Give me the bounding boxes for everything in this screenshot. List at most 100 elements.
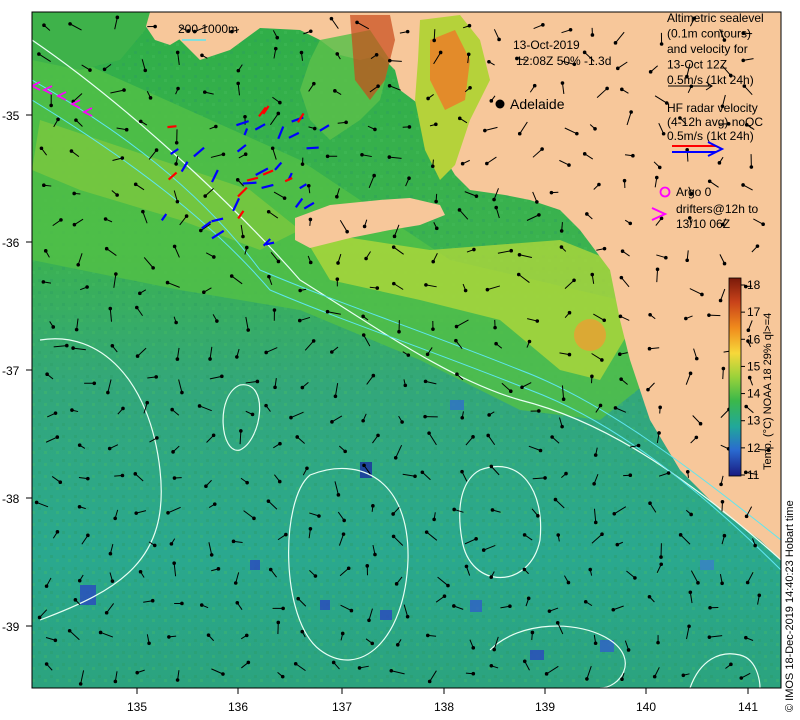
velocity-arrow-head: [540, 147, 544, 151]
velocity-arrow-head: [120, 473, 125, 478]
velocity-arrow-head: [175, 199, 180, 204]
velocity-arrow-head: [741, 58, 746, 63]
velocity-arrow-head: [343, 449, 347, 454]
velocity-arrow-head: [278, 441, 282, 446]
velocity-arrow-head: [312, 126, 317, 131]
velocity-arrow-head: [276, 620, 281, 625]
velocity-arrow-head: [471, 435, 475, 439]
velocity-arrow-head: [169, 542, 174, 546]
velocity-arrow-head: [757, 593, 762, 598]
velocity-arrow-head: [694, 435, 699, 440]
velocity-arrow-head: [485, 287, 490, 292]
velocity-arrow-head: [405, 614, 410, 619]
velocity-arrow-head: [522, 659, 527, 664]
x-tick-label: 137: [332, 700, 352, 714]
legend-hf-line: 0.5m/s (1kt 24h): [667, 129, 754, 143]
colorbar-tick-label: 18: [747, 278, 761, 292]
velocity-arrow-head: [720, 581, 724, 586]
velocity-arrow-head: [530, 630, 535, 635]
velocity-arrow-head: [357, 666, 362, 670]
velocity-arrow-head: [387, 83, 392, 88]
velocity-arrow-head: [520, 385, 524, 390]
velocity-arrow-head: [526, 596, 531, 601]
velocity-arrow-head: [364, 256, 368, 261]
velocity-arrow-head: [376, 84, 380, 88]
velocity-arrow-head: [245, 480, 249, 485]
velocity-arrow-head: [516, 272, 521, 277]
velocity-arrow-head: [620, 249, 625, 254]
velocity-arrow-head: [547, 609, 552, 613]
velocity-arrow-head: [370, 641, 375, 646]
velocity-arrow-head: [104, 610, 109, 615]
velocity-arrow-head: [300, 629, 305, 634]
velocity-arrow-head: [239, 429, 243, 433]
velocity-arrow-head: [647, 594, 652, 599]
velocity-arrow-head: [55, 530, 60, 534]
velocity-arrow-head: [199, 603, 204, 607]
velocity-arrow-head: [335, 194, 339, 199]
velocity-arrow-head: [532, 83, 537, 88]
velocity-arrow-head: [648, 70, 653, 74]
velocity-arrow-head: [602, 318, 607, 323]
x-tick-label: 141: [738, 700, 758, 714]
velocity-arrow-head: [517, 252, 522, 257]
velocity-arrow-head: [585, 212, 589, 216]
velocity-arrow-head: [424, 530, 429, 534]
velocity-arrow-head: [666, 471, 671, 475]
velocity-arrow-head: [365, 564, 370, 568]
velocity-arrow-head: [375, 286, 380, 290]
velocity-arrow-head: [37, 615, 42, 620]
velocity-arrow-head: [376, 433, 380, 438]
velocity-arrow-head: [438, 50, 443, 55]
velocity-arrow-head: [492, 197, 496, 202]
velocity-arrow-head: [392, 234, 397, 239]
colorbar-tick-label: 11: [747, 468, 760, 482]
velocity-arrow-head: [108, 551, 113, 556]
velocity-arrow-head: [133, 472, 138, 476]
velocity-arrow-head: [746, 328, 751, 333]
velocity-arrow-head: [466, 52, 471, 57]
velocity-arrow-head: [78, 682, 83, 686]
velocity-arrow-head: [362, 463, 366, 468]
velocity-arrow-head: [120, 156, 125, 160]
velocity-arrow-head: [340, 631, 345, 636]
velocity-arrow-head: [685, 148, 689, 152]
velocity-arrow-head: [264, 350, 268, 355]
velocity-arrow-head: [167, 635, 171, 639]
velocity-arrow-head: [556, 533, 561, 537]
velocity-arrow-head: [527, 339, 532, 344]
velocity-arrow-head: [741, 183, 745, 187]
velocity-arrow-head: [549, 190, 554, 195]
velocity-arrow-head: [424, 283, 428, 287]
velocity-arrow-head: [593, 126, 597, 131]
y-tick-label: -37: [2, 364, 20, 378]
velocity-arrow-head: [413, 474, 417, 479]
velocity-arrow-head: [296, 596, 301, 601]
adelaide-marker: [495, 99, 505, 109]
velocity-arrow-head: [585, 677, 589, 681]
velocity-arrow-head: [463, 288, 468, 293]
velocity-arrow-head: [53, 411, 58, 415]
velocity-arrow-head: [148, 96, 153, 100]
velocity-arrow-head: [559, 245, 564, 249]
velocity-arrow-head: [420, 470, 425, 475]
velocity-arrow-head: [197, 404, 202, 408]
velocity-arrow-head: [360, 152, 364, 157]
velocity-arrow-head: [266, 209, 271, 214]
velocity-arrow-head: [268, 567, 273, 572]
velocity-arrow-head: [255, 379, 260, 384]
velocity-arrow-head: [657, 165, 662, 170]
velocity-arrow-head: [474, 194, 479, 198]
velocity-arrow-head: [544, 672, 549, 676]
velocity-arrow-head: [212, 255, 216, 259]
velocity-arrow-head: [487, 413, 491, 417]
velocity-arrow-head: [538, 448, 543, 453]
velocity-arrow-head: [266, 499, 271, 503]
velocity-arrow-head: [145, 400, 150, 405]
velocity-arrow-head: [342, 518, 346, 523]
velocity-arrow-head: [243, 115, 247, 119]
velocity-arrow-head: [331, 660, 336, 665]
velocity-arrow-head: [694, 356, 699, 361]
velocity-arrow-head: [39, 146, 44, 151]
legend-hf-line: (4-12h avg) noQC: [667, 115, 763, 129]
